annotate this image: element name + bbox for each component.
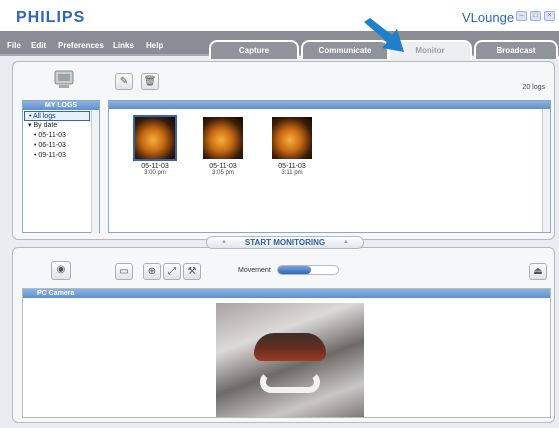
my-logs-tree-panel: MY LOGS • All logs ▾ By date • 05-11-03 … [22,100,100,233]
eject-icon[interactable]: ⏏ [529,263,547,280]
log-time: 3:00 pm [144,170,166,176]
menu-bar: File Edit Preferences Links Help Capture… [0,31,559,60]
helmet-visor [254,333,326,361]
pc-camera-panel: PC Camera [22,288,551,418]
log-thumbnail-area: 05-11-03 3:00 pm 05-11-03 3:05 pm 05-11-… [108,100,551,233]
tab-broadcast[interactable]: Broadcast [474,40,558,59]
log-thumbnail[interactable]: 05-11-03 3:00 pm [133,115,177,177]
webcam-icon: ◉ [51,261,71,280]
tree-item-all-logs[interactable]: • All logs [24,111,90,121]
menu-help[interactable]: Help [146,41,163,50]
menu-preferences[interactable]: Preferences [58,41,104,50]
chevron-up-icon: ▲ [221,239,227,245]
monitor-logs-icon [53,70,75,90]
chevron-up-icon: ▲ [343,239,349,245]
log-time: 3:05 pm [212,170,234,176]
tree-item-label: 06-11-03 [38,142,66,149]
log-image [203,117,243,159]
menu-edit[interactable]: Edit [31,41,46,50]
start-monitoring-button[interactable]: ▲ START MONITORING ▲ [206,236,364,249]
tree-item-date[interactable]: • 06-11-03 [24,141,92,151]
tree-scrollbar[interactable] [91,111,99,233]
pointer-arrow-icon [364,18,404,52]
movement-label: Movement [238,267,271,274]
tree-item-by-date[interactable]: ▾ By date [24,121,92,131]
display-icon[interactable]: ▭ [115,263,133,280]
close-icon[interactable]: × [544,11,555,21]
menu-links[interactable]: Links [113,41,134,50]
log-date: 05-11-03 [278,163,306,170]
tree-item-label: By date [33,122,58,129]
thumbnail-header-bar [109,101,550,109]
movement-level-meter [277,265,339,275]
pc-camera-header: PC Camera [23,289,550,298]
logs-panel: ✎ 🗑 20 logs MY LOGS • All logs ▾ By date… [12,61,555,240]
start-monitoring-label: START MONITORING [244,238,326,247]
tree-item-date[interactable]: • 05-11-03 [24,131,92,141]
tree-item-label: 05-11-03 [38,132,66,139]
vlounge-window: PHILIPS VLounge – □ × File Edit Preferen… [0,0,559,428]
trash-icon[interactable]: 🗑 [141,73,159,90]
thumbnail-scrollbar[interactable] [542,109,550,232]
my-logs-header: MY LOGS [23,101,99,110]
log-image [133,115,177,161]
log-image [272,117,312,159]
brand-logo: PHILIPS [16,9,86,26]
log-count: 20 logs [522,84,545,91]
log-date: 05-11-03 [209,163,237,170]
helmet-collar [260,371,320,393]
tree-item-label: All logs [33,113,56,120]
log-thumbnail[interactable]: 05-11-03 3:11 pm [270,117,314,177]
app-name: VLounge [462,10,515,25]
camera-panel: ◉ ▭ ⊕ ⤢ ⚒ Movement ⏏ PC Camera [12,247,555,423]
tree-item-date[interactable]: • 09-11-03 [24,151,92,161]
camera-video-feed [216,303,364,417]
title-bar: PHILIPS VLounge – □ × [0,0,559,31]
movement-level-fill [278,266,311,274]
fit-window-icon[interactable]: ⤢ [163,263,181,280]
log-time: 3:11 pm [281,170,303,176]
menu-file[interactable]: File [7,41,21,50]
tab-capture[interactable]: Capture [209,40,299,59]
zoom-in-icon[interactable]: ⊕ [143,263,161,280]
minimize-icon[interactable]: – [516,11,527,21]
edit-log-icon[interactable]: ✎ [115,73,133,90]
restore-icon[interactable]: □ [530,11,541,21]
log-date: 05-11-03 [141,163,169,170]
settings-wrench-icon[interactable]: ⚒ [183,263,201,280]
log-thumbnail[interactable]: 05-11-03 3:05 pm [201,117,245,177]
log-tree: • All logs ▾ By date • 05-11-03 • 06-11-… [24,111,92,233]
tree-item-label: 09-11-03 [38,152,66,159]
